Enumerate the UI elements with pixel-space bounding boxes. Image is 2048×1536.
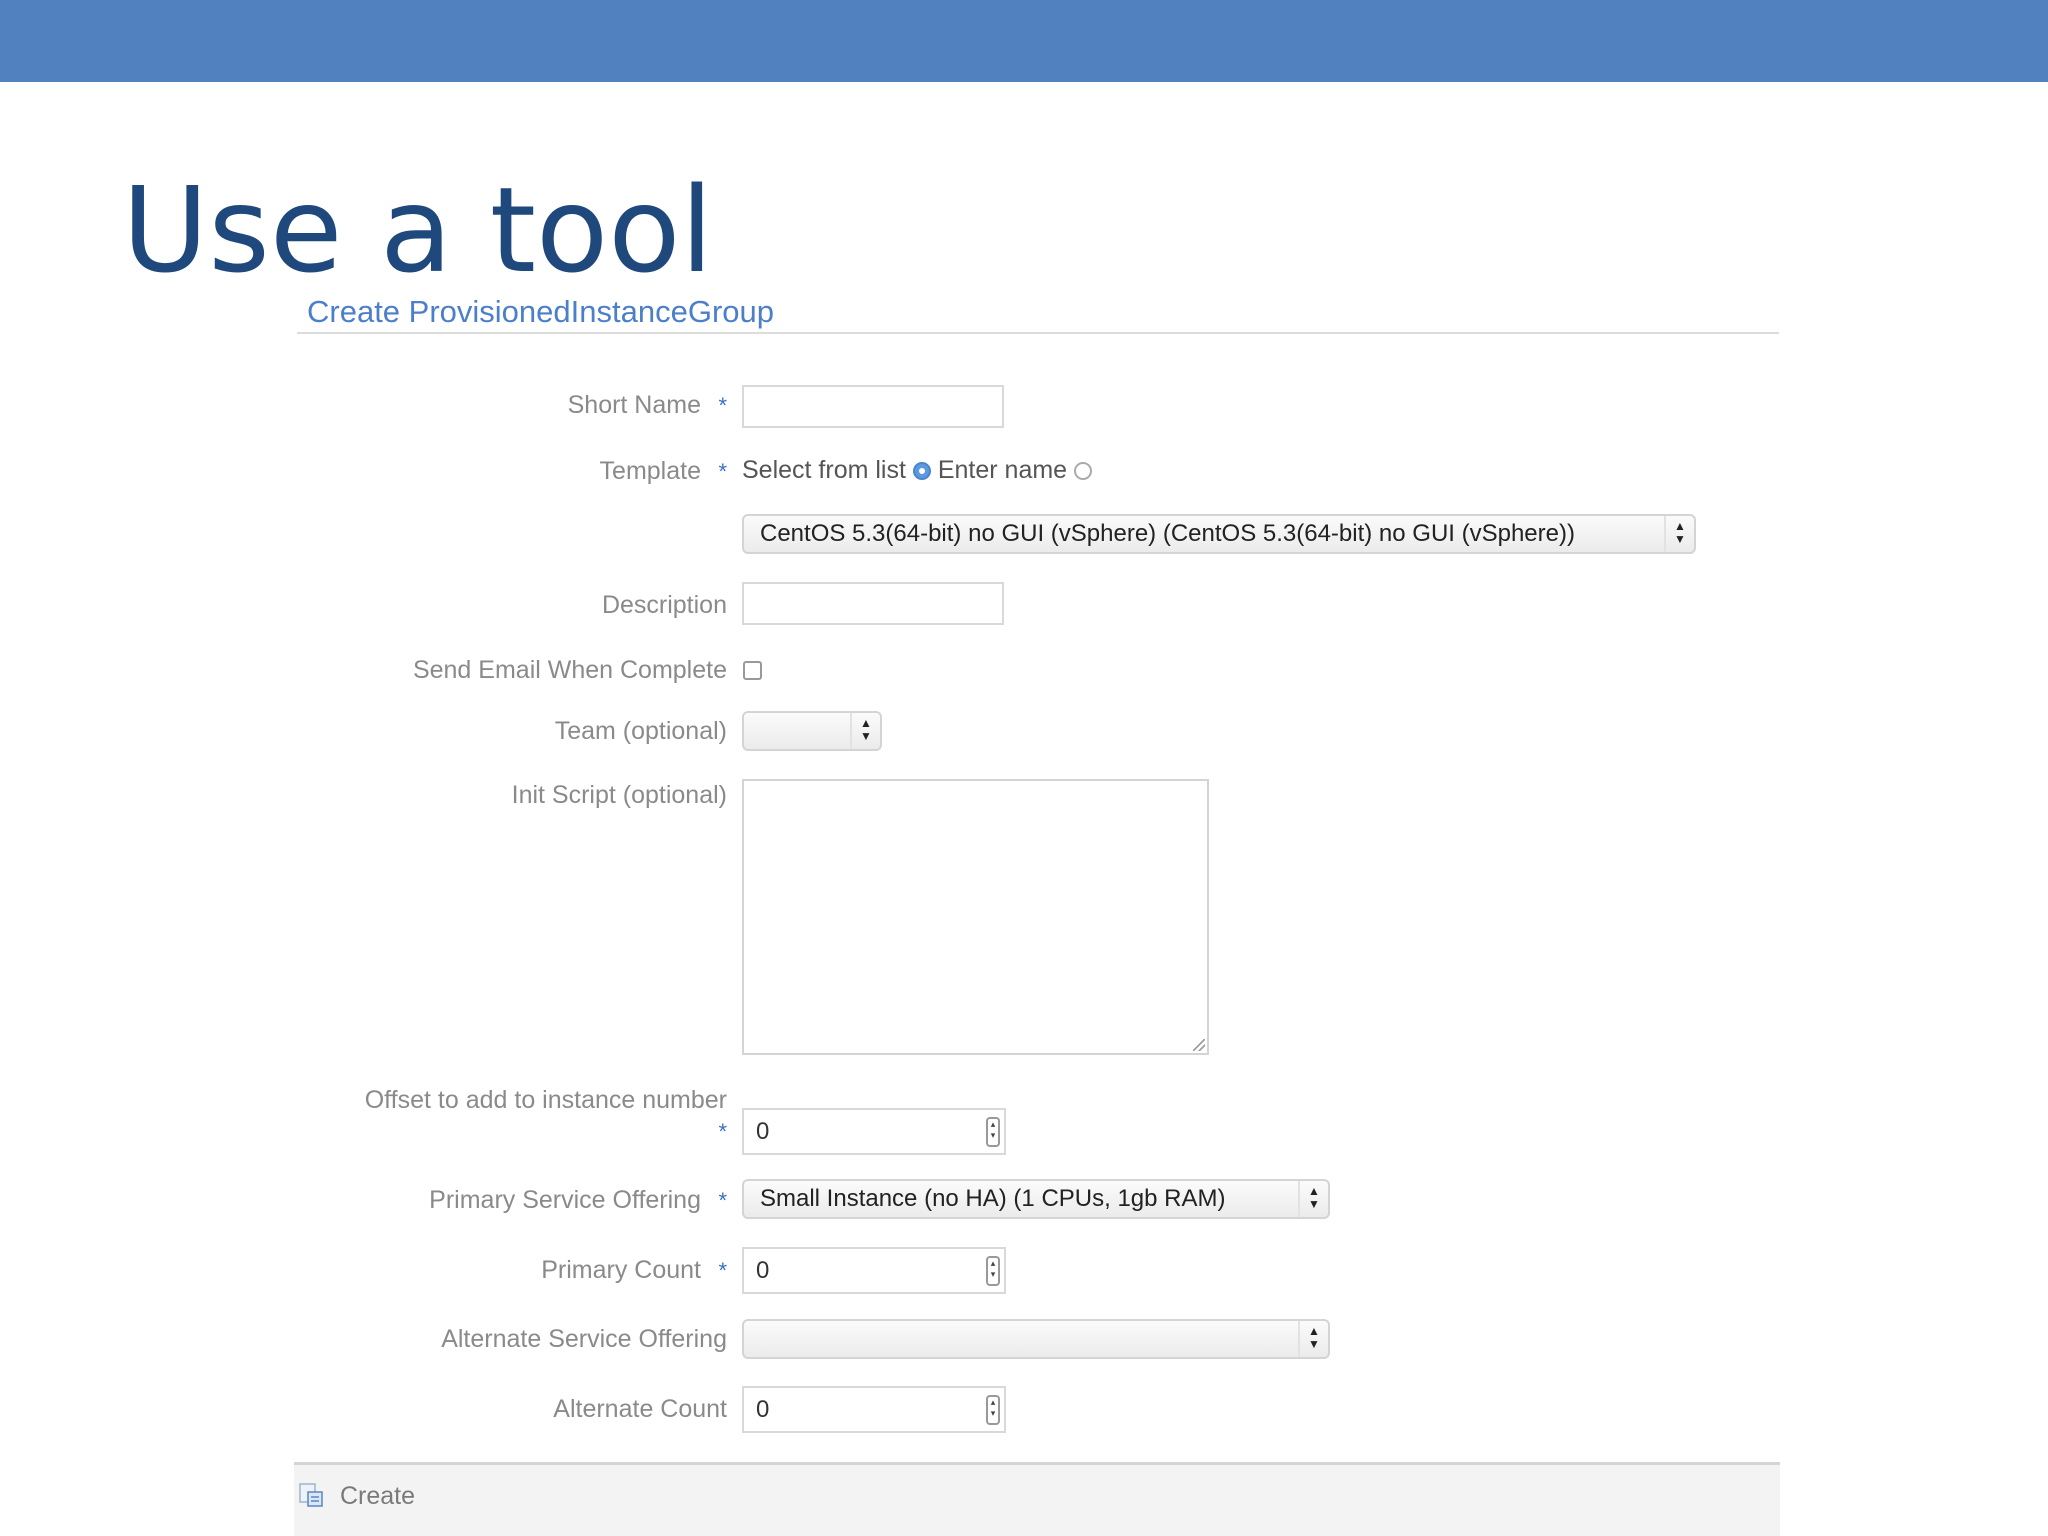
alternate-service-offering-label: Alternate Service Offering bbox=[441, 1325, 727, 1353]
offset-value: 0 bbox=[756, 1118, 770, 1145]
create-button-label: Create bbox=[340, 1482, 416, 1510]
required-star: * bbox=[718, 393, 727, 418]
short-name-label: Short Name * bbox=[567, 391, 727, 419]
form-screenshot: Create ProvisionedInstanceGroup Short Na… bbox=[0, 0, 2048, 1536]
primary-count-label: Primary Count * bbox=[541, 1256, 727, 1284]
create-button[interactable]: Create bbox=[298, 1482, 415, 1518]
up-down-arrows-icon: ▲ ▼ bbox=[850, 713, 880, 749]
short-name-input[interactable] bbox=[742, 385, 1004, 428]
create-document-icon bbox=[298, 1482, 324, 1508]
spinner-icon[interactable]: ▴ ▾ bbox=[986, 1117, 1000, 1147]
team-select[interactable]: ▲ ▼ bbox=[742, 711, 882, 751]
send-email-label: Send Email When Complete bbox=[412, 656, 727, 684]
primary-count-number-input[interactable]: 0 ▴ ▾ bbox=[742, 1247, 1006, 1294]
offset-number-input[interactable]: 0 ▴ ▾ bbox=[742, 1108, 1006, 1155]
alternate-service-offering-select[interactable]: ▲ ▼ bbox=[742, 1319, 1330, 1359]
up-down-arrows-icon: ▲ ▼ bbox=[1298, 1321, 1328, 1357]
description-label: Description bbox=[601, 591, 727, 619]
footer-bar bbox=[294, 1465, 1780, 1536]
alternate-count-label: Alternate Count bbox=[553, 1395, 727, 1423]
template-select[interactable]: CentOS 5.3(64-bit) no GUI (vSphere) (Cen… bbox=[742, 514, 1696, 554]
init-script-label: Init Script (optional) bbox=[511, 781, 727, 809]
form-heading: Create ProvisionedInstanceGroup bbox=[307, 294, 774, 329]
enter-name-label: Enter name bbox=[937, 456, 1068, 484]
resize-grip-icon[interactable] bbox=[1193, 1039, 1205, 1051]
primary-count-value: 0 bbox=[756, 1257, 770, 1284]
required-star: * bbox=[718, 1258, 727, 1283]
spinner-icon[interactable]: ▴ ▾ bbox=[986, 1256, 1000, 1286]
description-input[interactable] bbox=[742, 582, 1004, 625]
primary-service-offering-select[interactable]: Small Instance (no HA) (1 CPUs, 1gb RAM)… bbox=[742, 1179, 1330, 1219]
template-select-value: CentOS 5.3(64-bit) no GUI (vSphere) (Cen… bbox=[760, 520, 1575, 547]
primary-service-offering-value: Small Instance (no HA) (1 CPUs, 1gb RAM) bbox=[760, 1185, 1226, 1212]
offset-label: Offset to add to instance number bbox=[364, 1086, 727, 1114]
init-script-textarea[interactable] bbox=[742, 779, 1209, 1055]
select-from-list-radio[interactable] bbox=[912, 462, 931, 480]
up-down-arrows-icon: ▲ ▼ bbox=[1298, 1181, 1328, 1217]
primary-service-offering-label: Primary Service Offering * bbox=[429, 1186, 727, 1214]
alternate-count-number-input[interactable]: 0 ▴ ▾ bbox=[742, 1386, 1006, 1433]
template-label: Template * bbox=[599, 457, 727, 485]
required-star: * bbox=[718, 1188, 727, 1213]
enter-name-radio[interactable] bbox=[1074, 462, 1093, 480]
heading-divider bbox=[297, 332, 1779, 334]
team-label: Team (optional) bbox=[554, 717, 727, 745]
select-from-list-label: Select from list bbox=[742, 456, 906, 484]
up-down-arrows-icon: ▲ ▼ bbox=[1664, 516, 1694, 552]
required-star: * bbox=[718, 459, 727, 484]
offset-required-row: * bbox=[701, 1117, 727, 1146]
send-email-checkbox[interactable] bbox=[743, 661, 762, 680]
template-mode-radio-group: Select from list Enter name bbox=[742, 456, 1093, 485]
spinner-icon[interactable]: ▴ ▾ bbox=[986, 1395, 1000, 1425]
required-star: * bbox=[718, 1119, 727, 1144]
alternate-count-value: 0 bbox=[756, 1396, 770, 1423]
